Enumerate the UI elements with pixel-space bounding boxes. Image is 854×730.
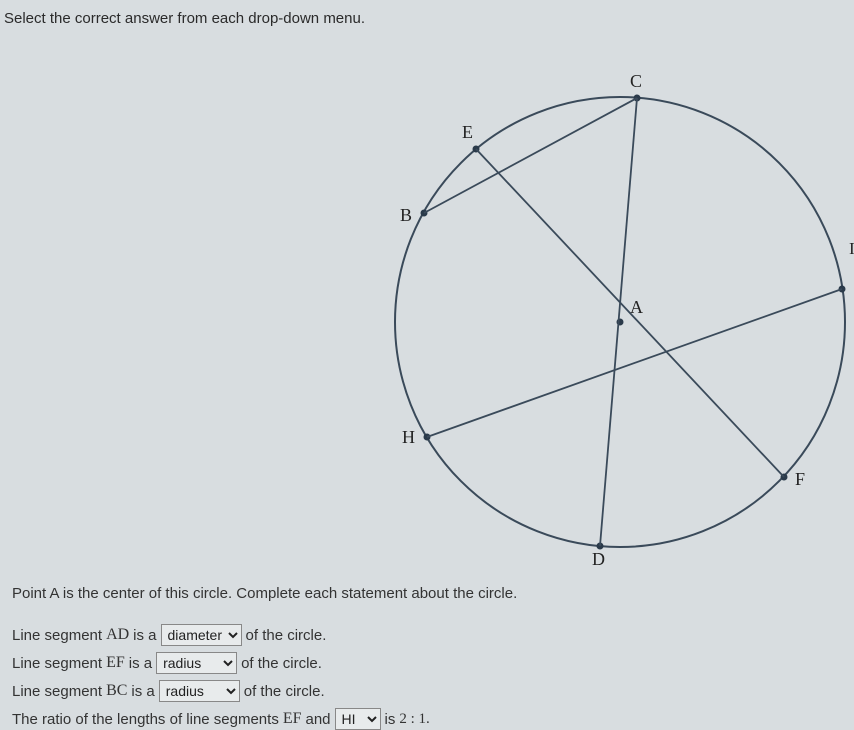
segment-name-EF: EF	[106, 654, 125, 672]
text: is a	[131, 683, 154, 700]
label-H: H	[402, 427, 415, 448]
text: of the circle.	[246, 627, 327, 644]
instruction-text: Select the correct answer from each drop…	[2, 10, 854, 27]
label-D: D	[592, 549, 605, 570]
segment-CD	[600, 98, 637, 546]
label-A: A	[630, 297, 643, 318]
statement-3: Line segment BC is a diameterradiuschord…	[12, 680, 854, 702]
segment-name-AD: AD	[106, 626, 129, 644]
text: The ratio of the lengths of line segment…	[12, 711, 279, 728]
diagram-svg	[2, 37, 852, 577]
text: is a	[133, 627, 156, 644]
label-C: C	[630, 71, 642, 92]
statements-block: Line segment AD is a diameterradiuschord…	[2, 624, 854, 730]
circle-diagram: A B C D E F H I	[2, 37, 852, 577]
text: and	[306, 711, 331, 728]
segment-name-EF2: EF	[283, 710, 302, 728]
text: Line segment	[12, 655, 102, 672]
label-I: I	[849, 239, 854, 259]
dropdown-BC-type[interactable]: diameterradiuschord	[159, 680, 240, 702]
text: of the circle.	[241, 655, 322, 672]
text: is	[385, 711, 396, 728]
label-F: F	[795, 469, 805, 490]
statement-2: Line segment EF is a diameterradiuschord…	[12, 652, 854, 674]
dropdown-AD-type[interactable]: diameterradiuschord	[161, 624, 242, 646]
label-E: E	[462, 122, 473, 143]
statement-1: Line segment AD is a diameterradiuschord…	[12, 624, 854, 646]
label-B: B	[400, 205, 412, 226]
text: is a	[129, 655, 152, 672]
segment-name-BC: BC	[106, 682, 127, 700]
text: Line segment	[12, 627, 102, 644]
ratio-value: 2 : 1.	[399, 711, 429, 728]
statement-intro: Point A is the center of this circle. Co…	[12, 585, 854, 602]
text: Line segment	[12, 683, 102, 700]
text: of the circle.	[244, 683, 325, 700]
dropdown-EF-type[interactable]: diameterradiuschord	[156, 652, 237, 674]
